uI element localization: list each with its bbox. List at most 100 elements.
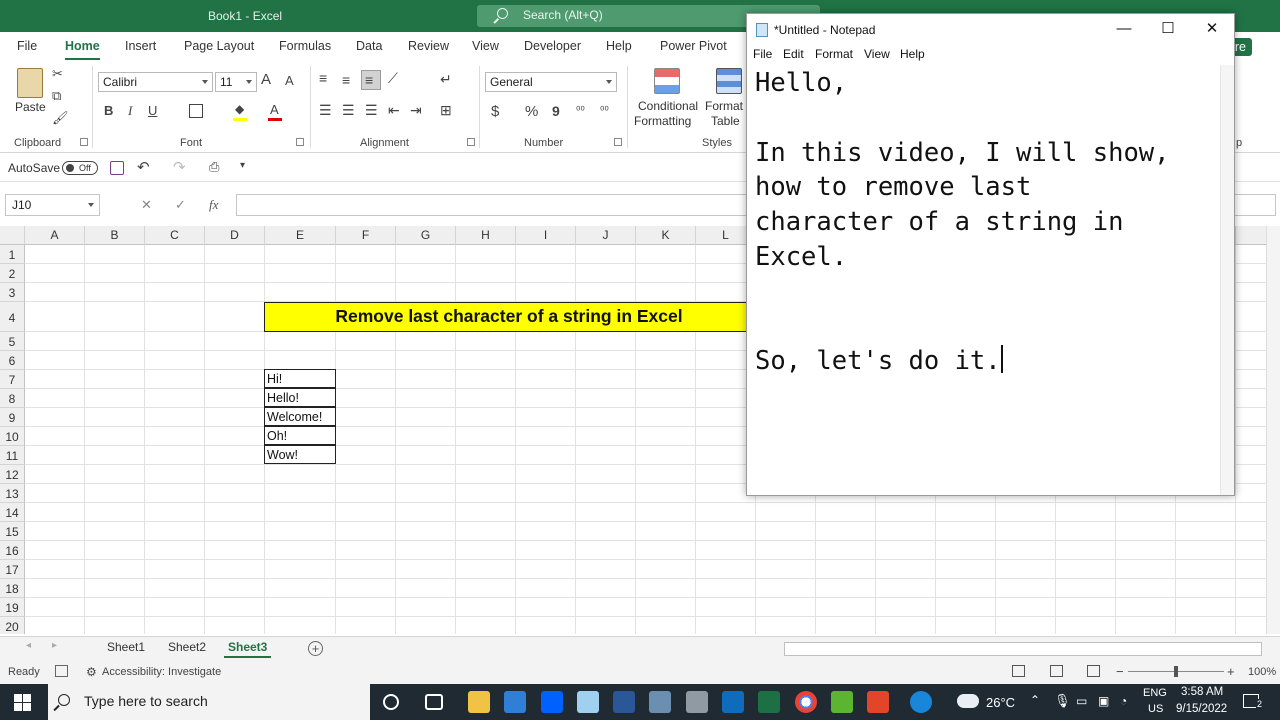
clock-date[interactable]: 9/15/2022 xyxy=(1176,703,1227,715)
sheet-tab-3[interactable]: Sheet3 xyxy=(223,640,272,658)
cell-e10[interactable]: Oh! xyxy=(264,426,336,445)
outlook-icon[interactable] xyxy=(722,691,744,713)
font-size-select[interactable]: 11 xyxy=(215,72,257,92)
autosave-toggle[interactable]: Off xyxy=(62,161,98,175)
store-icon[interactable] xyxy=(504,691,526,713)
alignment-launcher[interactable] xyxy=(467,138,475,146)
horizontal-scrollbar[interactable] xyxy=(784,642,1262,656)
sheet-tab-2[interactable]: Sheet2 xyxy=(168,640,206,654)
title-cell-e4[interactable]: Remove last character of a string in Exc… xyxy=(264,302,754,332)
copy-icon[interactable]: ⧉ xyxy=(52,88,61,104)
row-header-17[interactable]: 17 xyxy=(0,560,25,579)
tab-view[interactable]: View xyxy=(472,39,499,53)
app-icon[interactable] xyxy=(686,691,708,713)
row-header-6[interactable]: 6 xyxy=(0,351,25,370)
enter-icon[interactable]: ✓ xyxy=(175,197,186,213)
zoom-in-button[interactable]: + xyxy=(1227,664,1235,679)
select-all-corner[interactable] xyxy=(0,226,25,245)
sheet-tab-1[interactable]: Sheet1 xyxy=(107,640,145,654)
wifi-icon[interactable]: ◔ xyxy=(1120,694,1127,708)
cell-e7[interactable]: Hi! xyxy=(264,369,336,388)
align-top-icon[interactable]: ≡ xyxy=(319,70,327,86)
row-header-9[interactable]: 9 xyxy=(0,408,25,427)
camtasia-icon[interactable] xyxy=(831,691,853,713)
menu-edit[interactable]: Edit xyxy=(783,47,804,61)
row-header-4[interactable]: 4 xyxy=(0,302,25,332)
row-header-18[interactable]: 18 xyxy=(0,579,25,598)
file-explorer-icon[interactable] xyxy=(468,691,490,713)
next-sheet-icon[interactable]: ▸ xyxy=(52,640,57,651)
menu-help[interactable]: Help xyxy=(900,47,925,61)
page-break-view-icon[interactable] xyxy=(1087,665,1100,677)
font-name-select[interactable]: Calibri xyxy=(98,72,213,92)
conditional-formatting-line2[interactable]: Formatting xyxy=(634,114,691,128)
clipboard-launcher[interactable] xyxy=(80,138,88,146)
align-left-icon[interactable]: ☰ xyxy=(319,102,332,119)
zoom-slider-thumb[interactable] xyxy=(1174,666,1178,677)
minimize-button[interactable]: — xyxy=(1102,14,1146,45)
maximize-button[interactable]: ☐ xyxy=(1146,14,1190,45)
zoom-out-button[interactable]: − xyxy=(1116,664,1124,679)
notepad-taskbar-icon[interactable] xyxy=(577,691,599,713)
excel-taskbar-icon[interactable] xyxy=(758,691,780,713)
cancel-icon[interactable]: ✕ xyxy=(141,197,152,213)
merge-center-icon[interactable]: ⊞ xyxy=(440,102,452,119)
align-right-icon[interactable]: ☰ xyxy=(365,102,378,119)
row-header-13[interactable]: 13 xyxy=(0,484,25,503)
chrome-icon[interactable] xyxy=(795,691,817,713)
task-view-icon[interactable] xyxy=(425,694,443,710)
recorder-icon[interactable] xyxy=(867,691,889,713)
decrease-decimal-icon[interactable]: ⁰⁰ xyxy=(600,104,609,117)
format-painter-icon[interactable]: 🖌 xyxy=(52,110,69,126)
paste-button[interactable]: Paste xyxy=(15,100,46,114)
column-header-f[interactable]: F xyxy=(336,226,396,245)
customize-qat-icon[interactable]: ▾ xyxy=(240,160,245,171)
column-header-g[interactable]: G xyxy=(396,226,456,245)
chevron-up-icon[interactable]: ⌃ xyxy=(1030,693,1040,707)
temperature[interactable]: 26°C xyxy=(986,695,1015,710)
menu-file[interactable]: File xyxy=(753,47,772,61)
row-header-11[interactable]: 11 xyxy=(0,446,25,465)
battery-icon[interactable]: ▣ xyxy=(1098,694,1109,708)
app-icon[interactable] xyxy=(649,691,671,713)
align-center-icon[interactable]: ☰ xyxy=(342,102,355,119)
row-header-20[interactable]: 20 xyxy=(0,617,25,634)
column-header-c[interactable]: C xyxy=(145,226,205,245)
row-header-16[interactable]: 16 xyxy=(0,541,25,560)
notepad-vertical-scrollbar[interactable] xyxy=(1220,65,1234,495)
cortana-icon[interactable] xyxy=(383,694,399,710)
row-header-14[interactable]: 14 xyxy=(0,503,25,522)
number-format-select[interactable]: General xyxy=(485,72,617,92)
tab-data[interactable]: Data xyxy=(356,39,382,53)
tab-developer[interactable]: Developer xyxy=(524,39,581,53)
tab-help[interactable]: Help xyxy=(606,39,632,53)
word-icon[interactable] xyxy=(613,691,635,713)
cell-e9[interactable]: Welcome! xyxy=(264,407,336,426)
column-header-a[interactable]: A xyxy=(25,226,85,245)
insert-function-icon[interactable]: fx xyxy=(209,197,218,213)
wrap-text-icon[interactable]: ↵ xyxy=(440,71,452,88)
notepad-title-bar[interactable]: *Untitled - Notepad — ☐ ✕ xyxy=(747,14,1234,45)
name-box[interactable]: J10 xyxy=(5,194,100,216)
row-header-12[interactable]: 12 xyxy=(0,465,25,484)
row-header-15[interactable]: 15 xyxy=(0,522,25,541)
dropbox-icon[interactable] xyxy=(541,691,563,713)
tab-formulas[interactable]: Formulas xyxy=(279,39,331,53)
increase-indent-icon[interactable]: ⇥ xyxy=(410,102,422,119)
notepad-text-area[interactable]: Hello, In this video, I will show, how t… xyxy=(747,65,1220,495)
tab-insert[interactable]: Insert xyxy=(125,39,156,53)
microphone-icon[interactable]: 🎙 xyxy=(1054,693,1071,709)
menu-view[interactable]: View xyxy=(864,47,890,61)
increase-decimal-icon[interactable]: ⁰⁰ xyxy=(576,104,585,117)
row-header-7[interactable]: 7 xyxy=(0,370,25,389)
column-header-h[interactable]: H xyxy=(456,226,516,245)
redo-icon[interactable]: ↷ xyxy=(173,158,186,176)
align-middle-icon[interactable]: ≡ xyxy=(342,72,350,88)
row-header-2[interactable]: 2 xyxy=(0,264,25,283)
column-header-j[interactable]: J xyxy=(576,226,636,245)
font-color-icon[interactable] xyxy=(268,118,282,121)
number-launcher[interactable] xyxy=(614,138,622,146)
zoom-level[interactable]: 100% xyxy=(1248,666,1276,678)
comma-button[interactable]: 9 xyxy=(552,103,560,119)
prev-sheet-icon[interactable]: ◂ xyxy=(26,640,31,651)
